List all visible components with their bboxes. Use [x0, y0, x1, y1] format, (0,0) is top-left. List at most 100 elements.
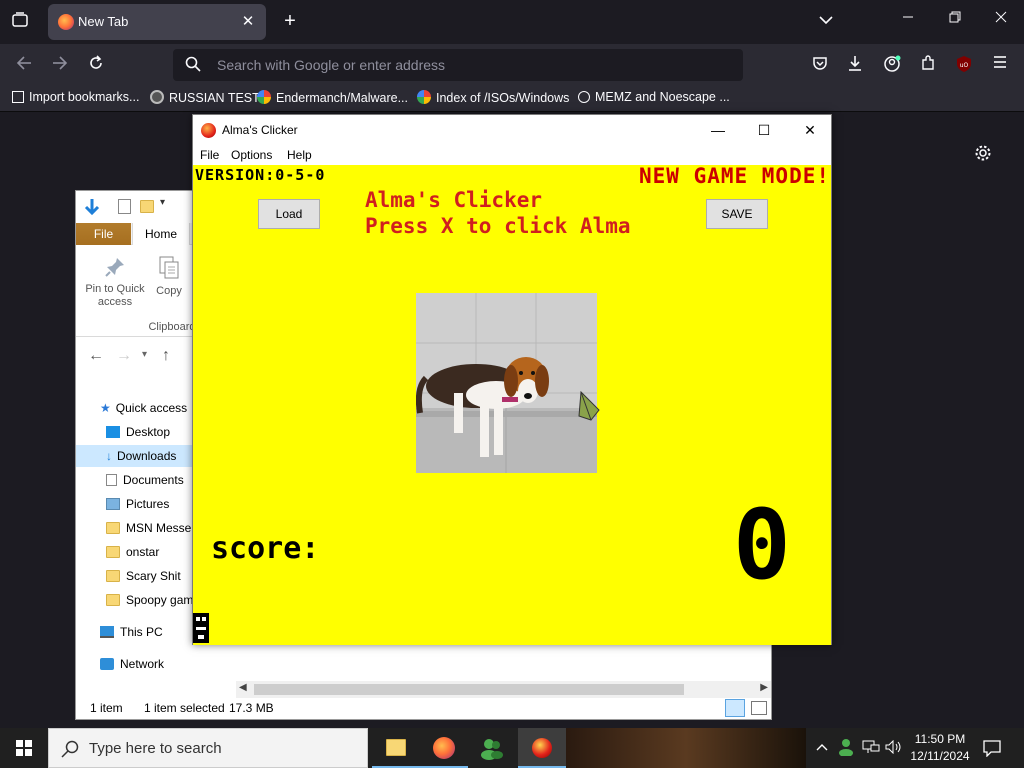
pin-to-quick-access-button[interactable]: Pin to Quick access	[82, 255, 148, 309]
downloads-icon[interactable]	[843, 55, 867, 76]
maximize-icon[interactable]: ☐	[741, 115, 787, 145]
selection-size: 17.3 MB	[229, 701, 274, 715]
item-count: 1 item	[90, 701, 123, 715]
customize-dropdown-icon[interactable]: ▾	[160, 197, 165, 208]
save-button[interactable]: SAVE	[706, 199, 768, 229]
scroll-left-icon[interactable]: ◀	[239, 682, 247, 693]
properties-icon[interactable]	[118, 199, 131, 214]
tab-file[interactable]: File	[76, 223, 131, 245]
game-canvas[interactable]: VERSION:0-5-0 NEW GAME MODE! Load SAVE A…	[193, 165, 831, 645]
game-heading: Alma's Clicker Press X to click Alma	[365, 187, 631, 239]
minimize-icon[interactable]	[896, 10, 920, 28]
nav-spoopy[interactable]: Spoopy gam	[106, 589, 193, 611]
nav-label: Network	[120, 657, 165, 671]
bookmark-label: Endermanch/Malware...	[276, 91, 409, 105]
bookmark-endermanch[interactable]: Endermanch/Malware...	[257, 90, 408, 105]
copy-button[interactable]: Copy	[152, 255, 186, 298]
close-tab-icon[interactable]: ✕	[238, 12, 258, 30]
nav-label: Downloads	[117, 449, 177, 463]
explorer-address-nav: ← → ▾ ↑	[76, 341, 196, 373]
taskbar-file-explorer[interactable]	[372, 728, 420, 768]
show-hidden-icons-icon[interactable]	[814, 740, 830, 754]
nav-label: Documents	[123, 473, 184, 487]
nav-downloads[interactable]: ↓ Downloads	[106, 445, 176, 467]
folder-icon	[106, 546, 120, 558]
minimize-icon[interactable]: —	[695, 115, 741, 145]
nav-network[interactable]: Network	[100, 653, 164, 675]
menu-help[interactable]: Help	[287, 148, 312, 162]
bookmark-import[interactable]: Import bookmarks...	[12, 90, 139, 104]
menu-icon[interactable]	[988, 55, 1012, 74]
start-button[interactable]	[0, 728, 48, 768]
bookmark-isos[interactable]: Index of /ISOs/Windows	[417, 90, 569, 105]
clock[interactable]: 11:50 PM 12/11/2024	[906, 731, 974, 765]
heading-instructions: Press X to click Alma	[365, 214, 631, 238]
close-window-icon[interactable]	[989, 10, 1013, 28]
nav-msn[interactable]: MSN Messe	[106, 517, 191, 539]
restore-icon[interactable]	[943, 10, 967, 28]
menu-options[interactable]: Options	[231, 148, 272, 162]
network-icon[interactable]	[862, 740, 880, 757]
browser-tab-bar: New Tab ✕ +	[0, 0, 1024, 44]
bookmark-label: MEMZ and Noescape ...	[595, 90, 730, 104]
recent-dropdown-icon[interactable]: ▾	[142, 349, 147, 360]
folder-icon	[106, 594, 120, 606]
taskbar-almas-clicker[interactable]	[518, 728, 566, 768]
alma-dog-image[interactable]	[416, 293, 597, 473]
nav-label: Spoopy gam	[126, 593, 194, 607]
nav-label: Desktop	[126, 425, 171, 439]
list-tabs-icon[interactable]	[814, 12, 838, 30]
bookmark-russian-test[interactable]: RUSSIAN TEST	[150, 90, 260, 105]
scroll-thumb[interactable]	[254, 684, 684, 695]
window-title: Alma's Clicker	[222, 123, 298, 137]
up-arrow-icon[interactable]: ↑	[162, 347, 170, 365]
large-icons-view-icon[interactable]	[751, 701, 767, 715]
account-icon[interactable]	[880, 55, 904, 78]
bookmark-memz[interactable]: MEMZ and Noescape ...	[578, 90, 730, 104]
settings-gear-icon[interactable]	[972, 144, 994, 167]
notifications-icon[interactable]	[982, 739, 1002, 760]
nav-onstar[interactable]: onstar	[106, 541, 159, 563]
game-title-bar[interactable]: Alma's Clicker — ☐ ✕	[193, 115, 831, 145]
tab-overview-icon[interactable]	[8, 12, 32, 33]
menu-file[interactable]: File	[200, 148, 219, 162]
ublock-icon[interactable]: uO	[952, 55, 976, 78]
score-label: score:	[211, 531, 320, 566]
new-tab-icon[interactable]: +	[278, 10, 302, 33]
volume-icon[interactable]	[884, 739, 904, 757]
nav-pictures[interactable]: Pictures	[106, 493, 169, 515]
load-button[interactable]: Load	[258, 199, 320, 229]
forward-arrow-icon[interactable]: →	[116, 347, 132, 365]
clock-date: 12/11/2024	[910, 749, 970, 763]
pocket-icon[interactable]	[808, 55, 832, 76]
nav-label: MSN Messe	[126, 521, 192, 535]
close-icon[interactable]: ✕	[787, 115, 833, 145]
nav-desktop[interactable]: Desktop	[106, 421, 170, 443]
taskbar-messenger[interactable]	[468, 728, 516, 768]
nav-documents[interactable]: Documents	[106, 469, 184, 491]
tab-home[interactable]: Home	[132, 223, 190, 245]
down-arrow-icon[interactable]	[84, 198, 100, 216]
taskbar-search-box[interactable]: Type here to search	[48, 728, 368, 768]
forward-icon[interactable]	[48, 55, 72, 76]
search-icon	[185, 56, 201, 77]
folder-icon	[106, 522, 120, 534]
nav-scary[interactable]: Scary Shit	[106, 565, 181, 587]
people-icon[interactable]	[838, 738, 856, 759]
folder-icon[interactable]	[140, 200, 154, 213]
horizontal-scrollbar[interactable]: ◀ ▶	[236, 681, 771, 698]
back-icon[interactable]	[12, 55, 36, 76]
url-bar[interactable]	[173, 49, 743, 81]
version-text: VERSION:0-5-0	[195, 166, 326, 184]
address-input[interactable]	[217, 55, 717, 75]
taskbar-firefox[interactable]	[420, 728, 468, 768]
reload-icon[interactable]	[84, 55, 108, 76]
nav-this-pc[interactable]: This PC	[100, 621, 163, 643]
extensions-icon[interactable]	[916, 55, 940, 76]
bookmark-label: Index of /ISOs/Windows	[436, 91, 570, 105]
nav-quick-access[interactable]: ★ Quick access	[100, 397, 187, 419]
tab-new-tab[interactable]: New Tab ✕	[48, 4, 266, 40]
details-view-icon[interactable]	[725, 699, 745, 717]
scroll-right-icon[interactable]: ▶	[760, 682, 768, 693]
back-arrow-icon[interactable]: ←	[88, 347, 104, 365]
